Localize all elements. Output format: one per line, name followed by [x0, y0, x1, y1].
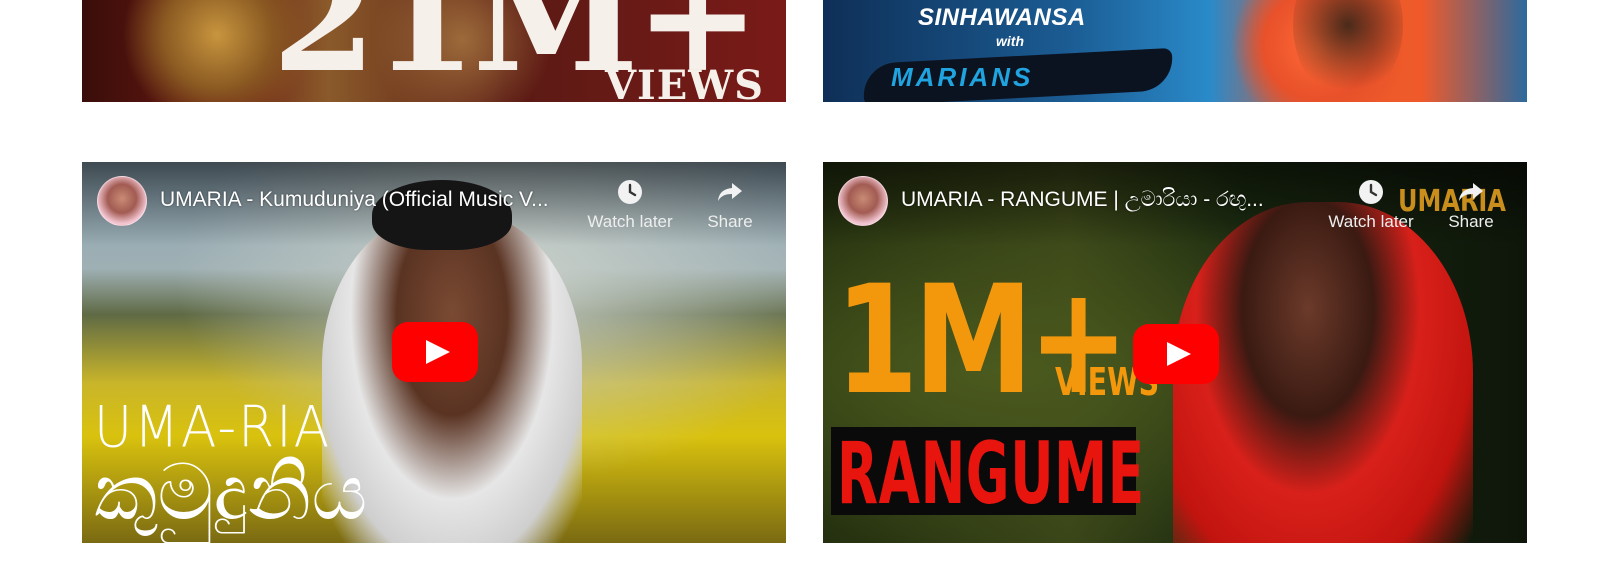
with-text: with [996, 33, 1024, 49]
play-button[interactable] [392, 322, 478, 382]
clock-icon [1359, 180, 1383, 204]
overlay-song-title: RANGUME [837, 424, 1145, 524]
share-label: Share [707, 212, 753, 231]
event-title-text: SINHAWANSA [918, 4, 1086, 31]
video-thumbnail-top-right[interactable]: SINHAWANSA with MARIANS [823, 0, 1527, 102]
video-embed-kumuduniya[interactable]: UMARIA - Kumuduniya (Official Music V...… [82, 162, 786, 543]
video-thumbnail-top-left[interactable]: 21M+ VIEWS [82, 0, 786, 102]
clock-icon [618, 180, 642, 204]
video-title[interactable]: UMARIA - RANGUME | උමාරියා - රඟු... [901, 188, 1264, 212]
share-button[interactable]: Share [1423, 178, 1519, 232]
channel-avatar[interactable] [97, 176, 147, 226]
watch-later-button[interactable]: Watch later [1323, 178, 1419, 232]
watch-later-button[interactable]: Watch later [582, 178, 678, 232]
watch-later-label: Watch later [1328, 212, 1414, 231]
share-arrow-icon [1459, 183, 1483, 201]
share-arrow-icon [718, 183, 742, 201]
share-label: Share [1448, 212, 1494, 231]
video-embed-rangume[interactable]: UMARIA UMARIA - RANGUME | උමාරියා - රඟු.… [823, 162, 1527, 543]
share-button[interactable]: Share [682, 178, 778, 232]
video-title[interactable]: UMARIA - Kumuduniya (Official Music V... [160, 188, 549, 212]
overlay-song-title: කුමුදුනිය [94, 448, 368, 538]
channel-avatar[interactable] [838, 176, 888, 226]
play-button[interactable] [1133, 324, 1219, 384]
views-label-text: VIEWS [605, 62, 765, 102]
watch-later-label: Watch later [587, 212, 673, 231]
band-name-text: MARIANS [891, 62, 1034, 92]
